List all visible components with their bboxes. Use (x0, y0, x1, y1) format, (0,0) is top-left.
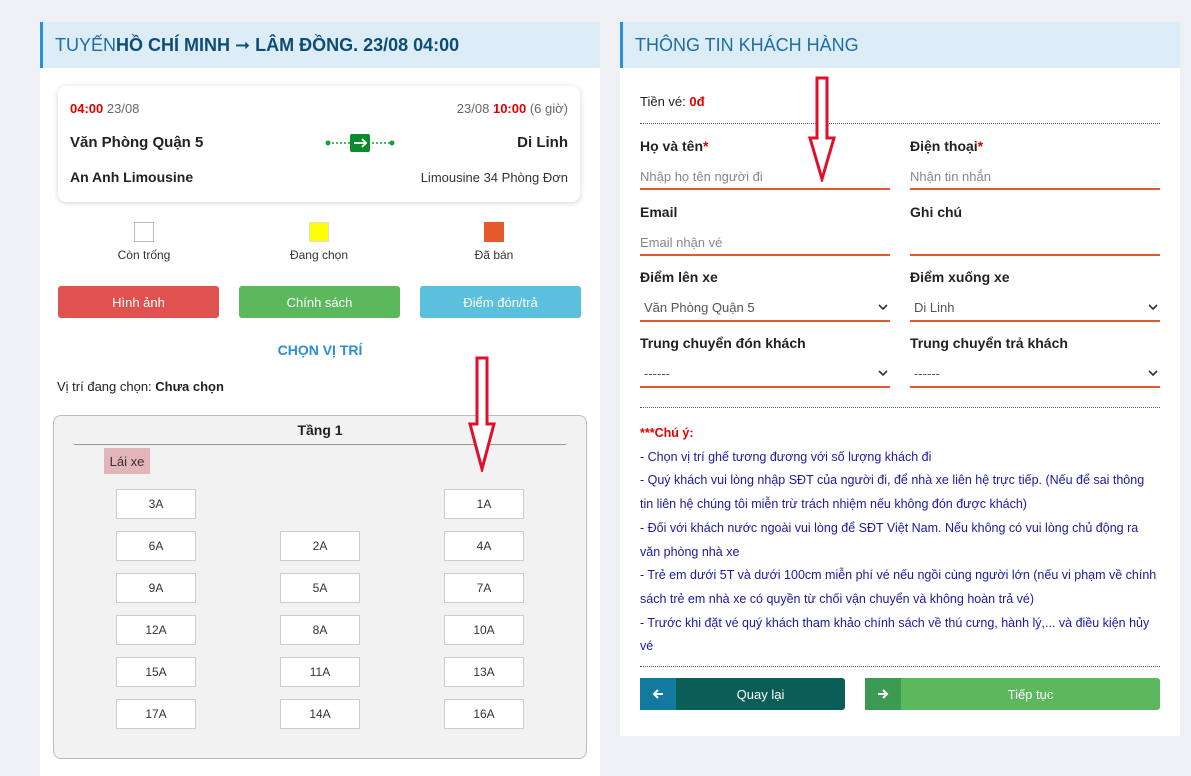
note-item: - Trước khi đặt vé quý khách tham khảo c… (640, 615, 1150, 654)
choose-position-heading: CHỌN VỊ TRÍ (277, 342, 363, 358)
seat-6A[interactable]: 6A (116, 531, 196, 561)
seat-3A[interactable]: 3A (116, 489, 196, 519)
note-item: - Chọn vị trí ghế tương đương với số lượ… (640, 449, 932, 464)
ticket-price-value: 0đ (689, 94, 705, 109)
back-button-label: Quay lại (736, 686, 785, 702)
selected-position-value: Chưa chọn (155, 379, 224, 394)
depart-time: 04:00 (70, 101, 104, 116)
continue-button-label: Tiếp tục (1007, 686, 1054, 702)
pickup-dropoff-button[interactable]: Điểm đón/trả (420, 286, 581, 318)
destination: Di Linh (517, 134, 568, 151)
email-input[interactable] (640, 230, 890, 256)
transfer-dropoff-value: ------ (914, 365, 940, 381)
seat-9A[interactable]: 9A (116, 573, 196, 603)
back-button[interactable]: Quay lại (640, 678, 845, 710)
phone-input[interactable] (910, 164, 1160, 190)
divider (640, 407, 1160, 408)
selected-position: Vị trí đang chọn: Chưa chọn (57, 379, 224, 394)
legend-swatch-available (134, 222, 154, 242)
images-button[interactable]: Hình ảnh (58, 286, 219, 318)
bus-route-icon (325, 134, 395, 152)
arrive-date: 23/08 (456, 101, 490, 116)
note-item: - Đối với khách nước ngoài vui lòng để S… (640, 520, 1139, 559)
vehicle-type: Limousine 34 Phòng Đơn (420, 169, 568, 185)
seat-15A[interactable]: 15A (116, 657, 196, 687)
operator: An Anh Limousine (70, 169, 194, 185)
note-input[interactable] (910, 230, 1160, 256)
notes: ***Chú ý: - Chọn vị trí ghế tương đương … (640, 422, 1160, 659)
note-label: Ghi chú (910, 204, 963, 220)
email-label: Email (640, 204, 678, 220)
pickup-point-label: Điểm lên xe (640, 269, 718, 285)
ticket-price: Tiền vé: 0đ (640, 94, 705, 109)
transfer-pickup-select[interactable]: ------ (640, 360, 890, 388)
seat-7A[interactable]: 7A (444, 573, 524, 603)
trip-duration: (6 giờ) (529, 101, 568, 116)
legend-sold: Đã bán (444, 222, 544, 262)
trip-operator-row: An Anh Limousine Limousine 34 Phòng Đơn (70, 169, 568, 185)
arrow-right-icon (865, 678, 901, 710)
trip-times: 04:00 23/08 23/08 10:00 (6 giờ) (70, 101, 568, 116)
seat-2A[interactable]: 2A (280, 531, 360, 561)
legend-available: Còn trống (94, 222, 194, 262)
dropoff-point-select[interactable]: Di Linh (910, 294, 1160, 322)
continue-button[interactable]: Tiếp tục (865, 678, 1160, 710)
arrow-left-icon (640, 678, 676, 710)
legend-selecting: Đang chọn (269, 222, 369, 262)
policy-button[interactable]: Chính sách (239, 286, 400, 318)
legend-swatch-selecting (309, 222, 329, 242)
pickup-point-value: Văn Phòng Quận 5 (644, 299, 755, 315)
seat-16A[interactable]: 16A (444, 699, 524, 729)
trip-places: Văn Phòng Quận 5 Di Linh (70, 134, 568, 151)
seat-14A[interactable]: 14A (280, 699, 360, 729)
origin: Văn Phòng Quận 5 (70, 134, 204, 151)
seat-13A[interactable]: 13A (444, 657, 524, 687)
down-arrow-annotation (468, 356, 496, 472)
route-header: TUYẾN HỒ CHÍ MINH ➞ LÂM ĐỒNG . 23/08 04:… (40, 22, 600, 68)
transfer-pickup-label: Trung chuyển đón khách (640, 335, 806, 351)
arrive-time: 10:00 (492, 101, 527, 116)
pickup-point-select[interactable]: Văn Phòng Quận 5 (640, 294, 890, 322)
chevron-down-icon (878, 304, 888, 311)
chevron-down-icon (1148, 304, 1158, 311)
seat-10A[interactable]: 10A (444, 615, 524, 645)
dropoff-point-value: Di Linh (914, 299, 955, 315)
chevron-down-icon (1148, 370, 1158, 377)
seat-4A[interactable]: 4A (444, 531, 524, 561)
seat-5A[interactable]: 5A (280, 573, 360, 603)
transfer-dropoff-select[interactable]: ------ (910, 360, 1160, 388)
seat-map: Tầng 1 Lái xe 3A 1A 6A 2A 4A 9A 5A 7A 12… (53, 415, 587, 759)
customer-info-header: THÔNG TIN KHÁCH HÀNG (620, 22, 1180, 68)
legend-swatch-sold (484, 222, 504, 242)
divider (640, 123, 1160, 124)
name-label: Họ và tên* (640, 138, 709, 154)
seat-11A[interactable]: 11A (280, 657, 360, 687)
divider (640, 666, 1160, 667)
route-header-date: . 23/08 04:00 (353, 34, 460, 55)
note-item: - Quý khách vui lòng nhập SĐT của người … (640, 473, 1145, 512)
depart-date: 23/08 (106, 101, 140, 116)
name-input[interactable] (640, 164, 890, 190)
down-arrow-annotation (808, 76, 836, 182)
phone-label: Điện thoại* (910, 138, 984, 154)
floor-title: Tầng 1 (297, 422, 343, 438)
trip-panel: TUYẾN HỒ CHÍ MINH ➞ LÂM ĐỒNG . 23/08 04:… (40, 22, 600, 776)
trip-card: 04:00 23/08 23/08 10:00 (6 giờ) Văn Phòn… (58, 86, 580, 202)
transfer-pickup-value: ------ (644, 365, 670, 381)
dropoff-point-label: Điểm xuống xe (910, 269, 1010, 285)
chevron-down-icon (878, 370, 888, 377)
seat-12A[interactable]: 12A (116, 615, 196, 645)
note-item: - Trẻ em dưới 5T và dưới 100cm miễn phí … (640, 568, 1157, 606)
route-header-route: HỒ CHÍ MINH ➞ LÂM ĐỒNG (116, 34, 354, 55)
driver-seat: Lái xe (104, 448, 150, 474)
seat-17A[interactable]: 17A (116, 699, 196, 729)
seat-8A[interactable]: 8A (280, 615, 360, 645)
transfer-dropoff-label: Trung chuyển trả khách (910, 335, 1068, 351)
customer-info-panel: THÔNG TIN KHÁCH HÀNG Tiền vé: 0đ Họ và t… (620, 22, 1180, 736)
route-header-prefix: TUYẾN (55, 34, 117, 55)
notes-title: ***Chú ý: (640, 426, 694, 440)
seat-1A[interactable]: 1A (444, 489, 524, 519)
